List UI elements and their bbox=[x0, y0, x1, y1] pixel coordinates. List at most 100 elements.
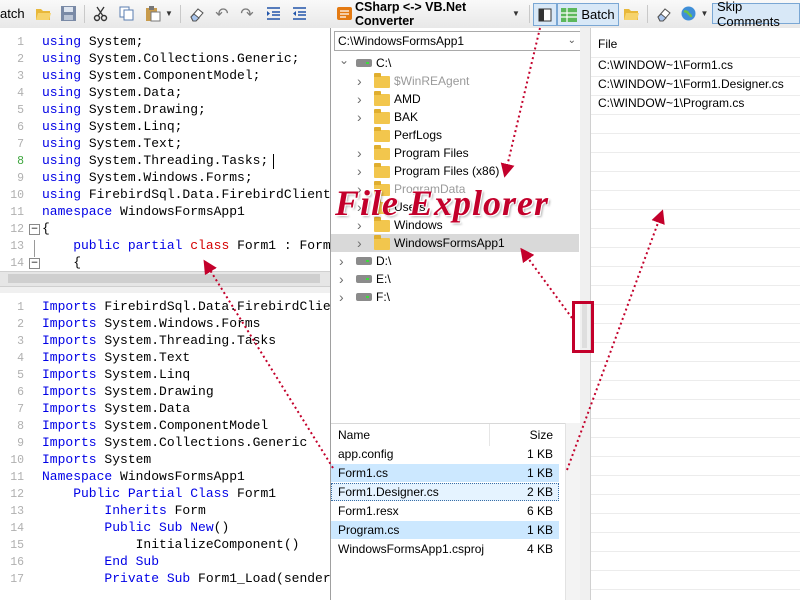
code-line[interactable]: using System.Data; bbox=[42, 85, 182, 100]
tree-folder-item[interactable]: › Program Files bbox=[331, 144, 579, 162]
converter-title-button[interactable]: CSharp <-> VB.Net Converter bbox=[355, 0, 525, 28]
size-column-header[interactable]: Size bbox=[530, 426, 553, 444]
tree-folder-item[interactable]: › AMD bbox=[331, 90, 579, 108]
code-line[interactable]: using System.Threading.Tasks; bbox=[42, 153, 268, 168]
code-line[interactable]: Namespace WindowsFormsApp1 bbox=[42, 469, 245, 484]
fold-toggle-icon[interactable]: − bbox=[29, 224, 40, 235]
batch-file-list[interactable]: File C:\WINDOW~1\Form1.cs C:\WINDOW~1\For… bbox=[590, 28, 800, 600]
chevron-right-icon[interactable]: › bbox=[357, 236, 367, 250]
file-list[interactable]: Name Size app.config 1 KB Form1.cs 1 KB Form… bbox=[331, 423, 581, 601]
copy-icon[interactable] bbox=[118, 5, 135, 22]
file-row[interactable]: WindowsFormsApp1.csproj 4 KB bbox=[331, 540, 559, 558]
code-line[interactable]: End Sub bbox=[42, 554, 159, 569]
file-row[interactable]: Form1.Designer.cs 2 KB bbox=[331, 483, 559, 501]
chevron-right-icon[interactable]: › bbox=[357, 110, 367, 124]
chevron-right-icon[interactable]: › bbox=[357, 92, 367, 106]
code-line[interactable]: Imports System.Collections.Generic bbox=[42, 435, 307, 450]
keyword: Public Sub New bbox=[42, 520, 214, 535]
code-line[interactable]: Imports System.Linq bbox=[42, 367, 190, 382]
code-line[interactable]: Imports System.Windows.Forms bbox=[42, 316, 260, 331]
code-line[interactable]: namespace WindowsFormsApp1 bbox=[42, 204, 245, 219]
file-row[interactable]: Form1.cs 1 KB bbox=[331, 464, 559, 482]
name-column-header[interactable]: Name bbox=[338, 426, 370, 444]
tree-drive-item[interactable]: ⌄ C:\ bbox=[331, 54, 579, 72]
scrollbar-thumb[interactable] bbox=[8, 274, 320, 283]
code-line[interactable]: Private Sub Form1_Load(sender bbox=[42, 571, 330, 586]
code-line[interactable]: using System.Text; bbox=[42, 136, 182, 151]
open-folder-icon[interactable] bbox=[35, 5, 52, 22]
code-line[interactable]: using System; bbox=[42, 34, 143, 49]
indent-icon[interactable] bbox=[265, 5, 282, 22]
chevron-right-icon[interactable]: › bbox=[339, 254, 349, 268]
code-line[interactable]: Imports System.Data bbox=[42, 401, 190, 416]
code-line[interactable]: public partial class Form1 : Form bbox=[42, 238, 330, 253]
code-line[interactable]: using FirebirdSql.Data.FirebirdClient; bbox=[42, 187, 330, 202]
globe-dropdown-icon[interactable]: ▼ bbox=[700, 3, 709, 24]
batch-file-item[interactable]: C:\WINDOW~1\Form1.Designer.cs bbox=[598, 77, 784, 91]
tree-drive-item[interactable]: › F:\ bbox=[331, 288, 579, 306]
chevron-right-icon[interactable]: › bbox=[339, 290, 349, 304]
chevron-right-icon[interactable]: › bbox=[339, 272, 349, 286]
code-line[interactable]: InitializeComponent() bbox=[42, 537, 300, 552]
batch-left-button[interactable]: atch bbox=[0, 3, 28, 24]
tree-folder-item[interactable]: › Program Files (x86) bbox=[331, 162, 579, 180]
keyword: public partial bbox=[42, 238, 183, 253]
chevron-right-icon[interactable]: › bbox=[357, 164, 367, 178]
code-line[interactable]: Imports System.Threading.Tasks bbox=[42, 333, 276, 348]
code-text: { bbox=[42, 255, 82, 270]
tree-folder-item[interactable]: › $WinREAgent bbox=[331, 72, 579, 90]
code-line[interactable]: Public Sub New() bbox=[42, 520, 229, 535]
code-line[interactable]: Public Partial Class Form1 bbox=[42, 486, 276, 501]
batch-file-item[interactable]: C:\WINDOW~1\Form1.cs bbox=[598, 58, 733, 72]
code-line[interactable]: { bbox=[42, 255, 81, 270]
eraser-icon[interactable] bbox=[655, 5, 672, 22]
batch-button[interactable]: Batch bbox=[557, 3, 619, 26]
vbnet-editor[interactable]: 1 Imports FirebirdSql.Data.FirebirdClient… bbox=[0, 293, 330, 600]
paste-icon[interactable] bbox=[144, 5, 161, 22]
chevron-right-icon[interactable]: › bbox=[357, 74, 367, 88]
cut-icon[interactable] bbox=[92, 5, 109, 22]
tree-folder-item[interactable]: PerfLogs bbox=[331, 126, 579, 144]
column-divider[interactable] bbox=[489, 424, 490, 446]
globe-icon[interactable] bbox=[680, 5, 697, 22]
undo-icon[interactable]: ↶ bbox=[213, 3, 231, 24]
outdent-icon[interactable] bbox=[291, 5, 308, 22]
fold-toggle-icon[interactable]: − bbox=[29, 258, 40, 269]
tree-drive-item[interactable]: › D:\ bbox=[331, 252, 579, 270]
csharp-editor[interactable]: 1 using System; 2 using System.Collections.… bbox=[0, 28, 330, 272]
open-folder-icon[interactable] bbox=[623, 5, 640, 22]
code-line[interactable]: using System.Drawing; bbox=[42, 102, 206, 117]
code-line[interactable]: Imports System.ComponentModel bbox=[42, 418, 268, 433]
save-icon[interactable] bbox=[60, 5, 77, 22]
code-line[interactable]: Imports System.Drawing bbox=[42, 384, 214, 399]
csharp-horizontal-scrollbar[interactable] bbox=[0, 271, 330, 286]
code-line[interactable]: using System.Windows.Forms; bbox=[42, 170, 253, 185]
chevron-down-icon[interactable]: ▼ bbox=[511, 3, 521, 24]
tree-folder-item[interactable]: › WindowsFormsApp1 bbox=[331, 234, 579, 252]
file-row[interactable]: Form1.resx 6 KB bbox=[331, 502, 559, 520]
file-explorer-toggle-button[interactable] bbox=[533, 3, 557, 26]
eraser-icon[interactable] bbox=[188, 5, 205, 22]
file-row[interactable]: app.config 1 KB bbox=[331, 445, 559, 463]
chevron-right-icon[interactable]: › bbox=[357, 146, 367, 160]
file-column-header[interactable]: File bbox=[598, 37, 617, 51]
code-line[interactable]: using System.ComponentModel; bbox=[42, 68, 260, 83]
code-line[interactable]: Inherits Form bbox=[42, 503, 205, 518]
code-line[interactable]: Imports FirebirdSql.Data.FirebirdClient bbox=[42, 299, 330, 314]
chevron-down-icon[interactable]: ⌄ bbox=[339, 54, 349, 66]
file-list-scrollbar[interactable] bbox=[565, 423, 581, 600]
code-line[interactable]: Imports System bbox=[42, 452, 151, 467]
tree-folder-item[interactable]: › BAK bbox=[331, 108, 579, 126]
path-combobox[interactable]: C:\WindowsFormsApp1 ⌄ bbox=[334, 31, 581, 51]
paste-dropdown-icon[interactable]: ▼ bbox=[165, 3, 173, 24]
skip-comments-button[interactable]: Skip Comments bbox=[712, 0, 800, 29]
file-row[interactable]: Program.cs 1 KB bbox=[331, 521, 559, 539]
redo-icon[interactable]: ↷ bbox=[238, 3, 256, 24]
code-line[interactable]: Imports System.Text bbox=[42, 350, 190, 365]
code-line[interactable]: using System.Collections.Generic; bbox=[42, 51, 299, 66]
batch-file-item[interactable]: C:\WINDOW~1\Program.cs bbox=[598, 96, 744, 110]
code-line[interactable]: using System.Linq; bbox=[42, 119, 182, 134]
tree-drive-item[interactable]: › E:\ bbox=[331, 270, 579, 288]
code-line[interactable]: { bbox=[42, 221, 50, 236]
chevron-down-icon[interactable]: ⌄ bbox=[568, 32, 576, 50]
